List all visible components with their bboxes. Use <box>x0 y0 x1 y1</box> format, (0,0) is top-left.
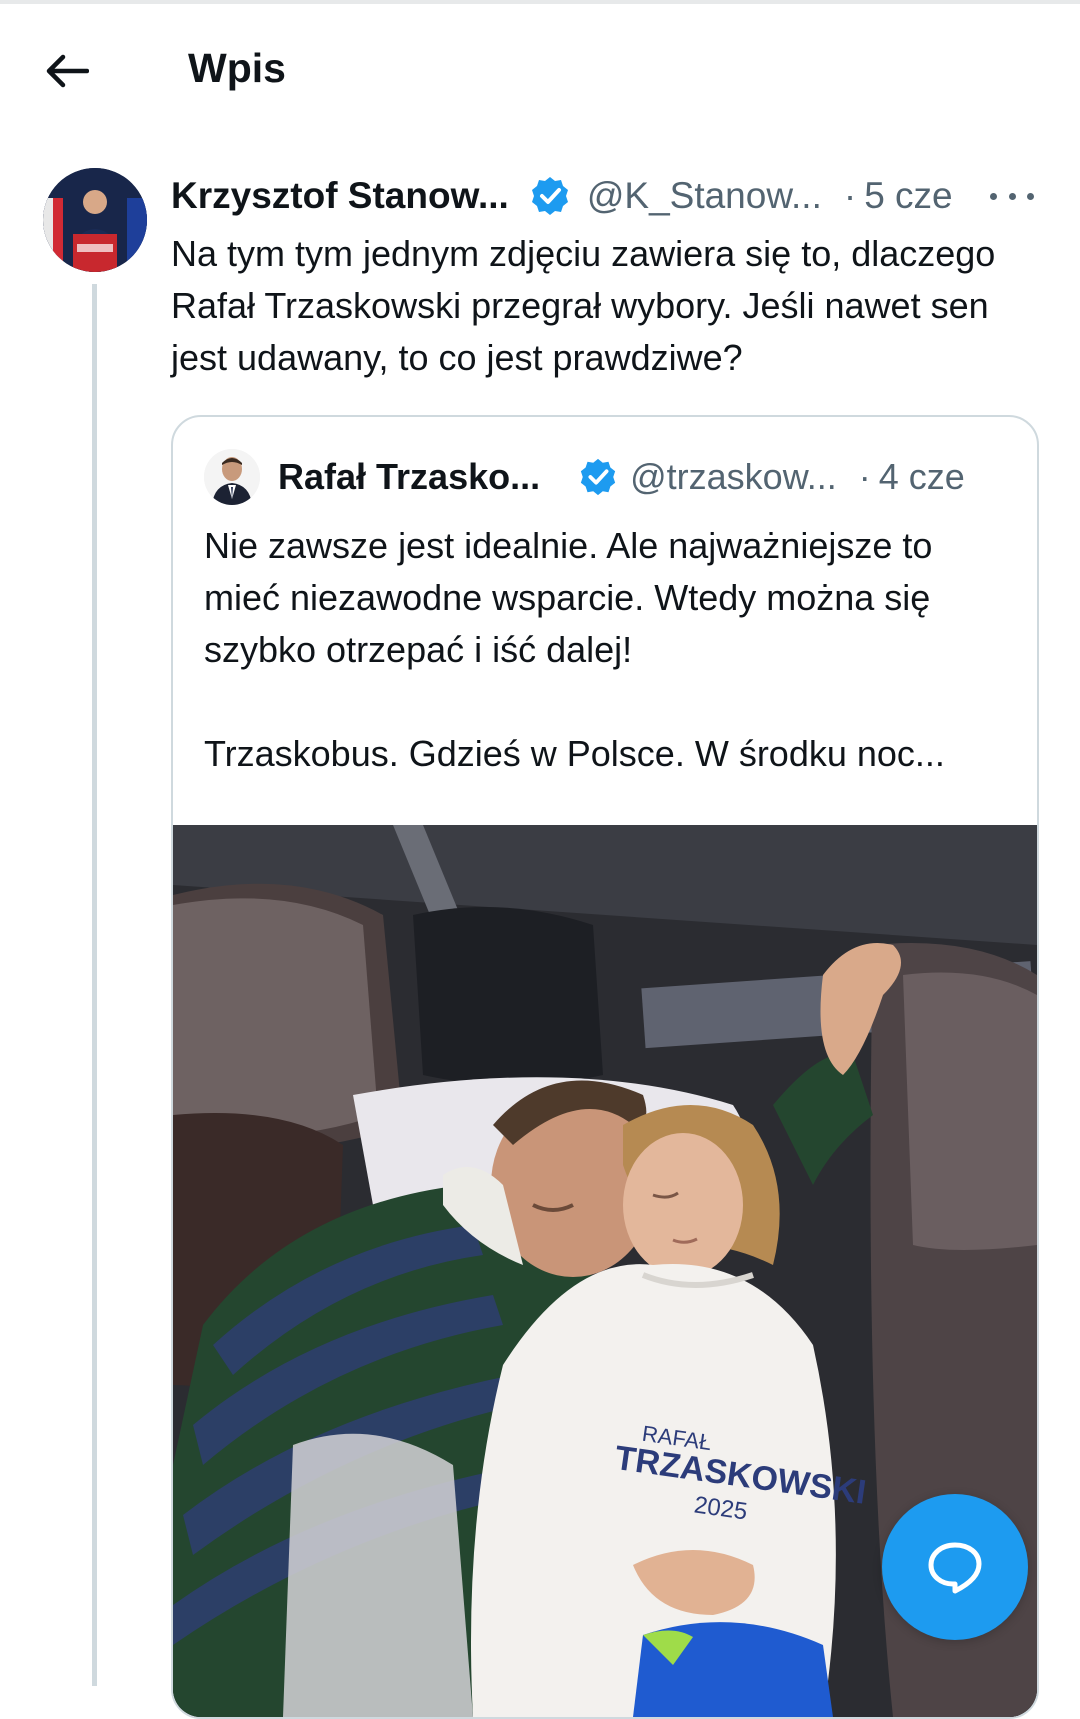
post-header: Krzysztof Stanow... @K_Stanow... · 5 cze <box>171 168 1051 224</box>
author-name[interactable]: Krzysztof Stanow... <box>171 175 509 217</box>
verified-badge-icon <box>578 457 618 497</box>
reply-bubble-icon <box>928 1542 982 1594</box>
reply-fab-button[interactable] <box>882 1494 1028 1640</box>
page-header: Wpis <box>0 4 1080 134</box>
arrow-left-icon <box>46 54 89 88</box>
page-title: Wpis <box>188 45 286 91</box>
quoted-author-handle[interactable]: @trzaskow... <box>630 456 837 498</box>
quoted-text-paragraph-1: Nie zawsze jest idealnie. Ale najważniej… <box>204 525 933 670</box>
verified-badge-icon <box>529 175 571 217</box>
more-dots-icon <box>990 192 997 200</box>
separator-dot: · <box>843 175 857 216</box>
more-options-button[interactable] <box>990 178 1034 214</box>
quoted-post-header: Rafał Trzasko... @trzaskow... · 4 cze <box>278 447 1018 507</box>
separator-dot: · <box>858 456 871 497</box>
quoted-post-text: Nie zawsze jest idealnie. Ale najważniej… <box>204 520 1004 780</box>
author-handle[interactable]: @K_Stanow... <box>587 175 822 217</box>
back-button[interactable] <box>40 44 94 98</box>
quoted-author-avatar <box>204 449 260 505</box>
quoted-post-time[interactable]: 4 cze <box>879 456 965 498</box>
thread-line <box>92 284 97 1686</box>
quoted-text-paragraph-2: Trzaskobus. Gdzieś w Polsce. W środku no… <box>204 733 945 774</box>
author-avatar[interactable] <box>43 168 147 272</box>
post-time[interactable]: 5 cze <box>864 175 952 217</box>
quoted-author-name[interactable]: Rafał Trzasko... <box>278 456 540 498</box>
post-text: Na tym tym jednym zdjęciu zawiera się to… <box>171 233 996 378</box>
